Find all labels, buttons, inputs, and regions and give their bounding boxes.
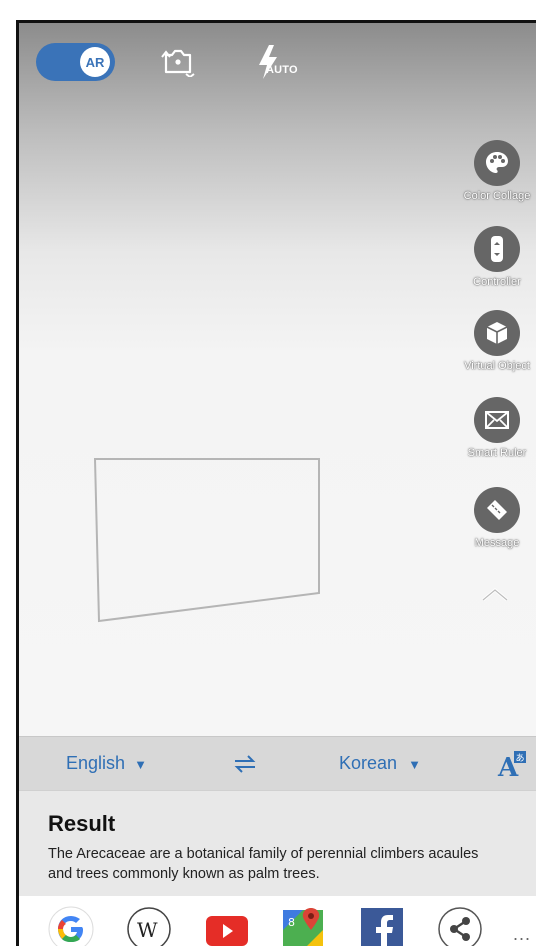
svg-text:8: 8 — [288, 916, 295, 929]
switch-camera-icon[interactable] — [159, 45, 195, 77]
tool-label: Controller — [473, 276, 521, 288]
source-language-label: English — [66, 753, 126, 773]
svg-text:あ: あ — [516, 753, 525, 764]
frame-top — [0, 0, 542, 20]
translate-icon[interactable]: A あ — [497, 749, 527, 779]
ar-selection-frame[interactable] — [89, 451, 329, 627]
swap-languages-icon[interactable] — [233, 755, 257, 773]
google-icon[interactable] — [48, 906, 94, 946]
language-bar: English ▼ Korean ▼ A あ — [19, 736, 536, 791]
source-language-select[interactable]: English ▼ — [66, 753, 147, 774]
ar-toggle-knob: AR — [80, 47, 110, 77]
tool-controller[interactable]: Controller — [455, 226, 536, 288]
chevron-up-icon[interactable] — [480, 586, 510, 604]
frame-left — [0, 0, 16, 946]
result-panel: Result The Arecaceae are a botanical fam… — [19, 790, 536, 897]
envelope-icon — [474, 397, 520, 443]
tool-virtual-object[interactable]: Virtual Object — [455, 310, 536, 372]
tool-smart-ruler[interactable]: Smart Ruler — [455, 397, 536, 459]
wikipedia-icon[interactable]: W — [126, 906, 172, 946]
tool-label: Smart Ruler — [467, 447, 527, 459]
tool-color-collage[interactable]: Color Collage — [455, 140, 536, 202]
dropdown-arrow-icon: ▼ — [134, 757, 147, 772]
tool-label: Virtual Object — [464, 360, 530, 372]
flash-mode-label: AUTO — [266, 64, 298, 76]
svg-text:W: W — [137, 918, 158, 942]
ar-toggle[interactable]: AR — [36, 43, 115, 81]
palette-icon — [474, 140, 520, 186]
more-apps-button[interactable]: ... — [513, 924, 531, 945]
share-icon[interactable] — [437, 906, 483, 946]
result-text: The Arecaceae are a botanical family of … — [48, 846, 479, 882]
camera-screen: AR AUTO Color Collage Controller Virtual… — [16, 20, 536, 946]
frame-right — [536, 0, 542, 946]
tool-label: Color Collage — [463, 190, 531, 202]
target-language-select[interactable]: Korean ▼ — [339, 753, 421, 774]
cube-icon — [474, 310, 520, 356]
ruler-icon — [474, 487, 520, 533]
tool-label: Message — [474, 537, 520, 549]
youtube-icon[interactable] — [204, 906, 250, 946]
dropdown-arrow-icon: ▼ — [408, 757, 421, 772]
maps-icon[interactable]: 8 — [281, 906, 327, 946]
camera-topbar: AR AUTO — [19, 23, 536, 103]
tool-message[interactable]: Message — [455, 487, 536, 549]
share-app-row: W 8 ... — [19, 896, 536, 946]
facebook-icon[interactable] — [359, 906, 405, 946]
controller-icon — [474, 226, 520, 272]
result-title: Result — [48, 811, 116, 836]
target-language-label: Korean — [339, 753, 398, 773]
